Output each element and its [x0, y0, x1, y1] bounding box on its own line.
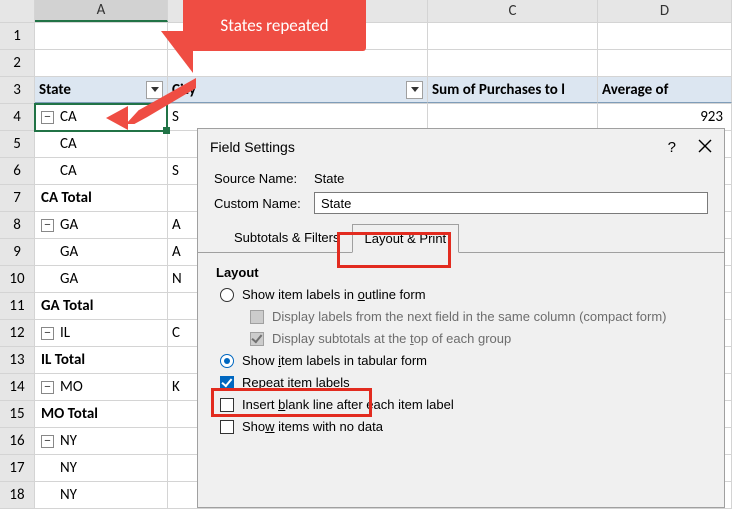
- cell-state[interactable]: GA Total: [35, 293, 168, 319]
- pivot-header-sum[interactable]: Sum of Purchases to l: [428, 77, 598, 103]
- row-header[interactable]: 1: [0, 23, 35, 49]
- col-header-a[interactable]: A: [35, 0, 168, 22]
- col-header-d[interactable]: D: [598, 0, 732, 22]
- row-header[interactable]: 16: [0, 428, 35, 454]
- tab-layout-print[interactable]: Layout & Print: [352, 224, 460, 253]
- cell-state[interactable]: NY: [35, 455, 168, 481]
- radio-icon: [220, 288, 234, 302]
- cell-state[interactable]: CA Total: [35, 185, 168, 211]
- row-header[interactable]: 14: [0, 374, 35, 400]
- filter-dropdown-icon[interactable]: [406, 81, 423, 99]
- collapse-icon[interactable]: −: [41, 327, 54, 340]
- cell-sum[interactable]: [428, 23, 598, 49]
- cell-state[interactable]: MO Total: [35, 401, 168, 427]
- cell-state[interactable]: NY: [35, 482, 168, 508]
- cell-state[interactable]: GA: [35, 239, 168, 265]
- help-button[interactable]: ?: [668, 139, 676, 156]
- column-header-row: A B C D: [0, 0, 732, 23]
- row-header[interactable]: 7: [0, 185, 35, 211]
- layout-section-header: Layout: [216, 265, 708, 280]
- collapse-icon[interactable]: −: [41, 381, 54, 394]
- cell-sum[interactable]: [428, 104, 598, 130]
- checkbox-icon: [220, 376, 234, 390]
- custom-name-input[interactable]: State: [314, 192, 708, 214]
- option-outline-form[interactable]: Show item labels in outline form: [220, 287, 708, 302]
- cell-city[interactable]: S: [168, 104, 428, 130]
- cell-state[interactable]: −MO: [35, 374, 168, 400]
- row-header[interactable]: 5: [0, 131, 35, 157]
- checkbox-icon: [220, 420, 234, 434]
- annotation-arrow-head: [106, 106, 128, 130]
- collapse-icon[interactable]: −: [41, 435, 54, 448]
- row-header[interactable]: 10: [0, 266, 35, 292]
- source-name-value: State: [314, 171, 344, 186]
- close-button[interactable]: [698, 139, 712, 156]
- row-header[interactable]: 9: [0, 239, 35, 265]
- annotation-callout: States repeated: [183, 0, 366, 51]
- row-header[interactable]: 18: [0, 482, 35, 508]
- pivot-header-avg[interactable]: Average of: [598, 77, 732, 103]
- cell-state[interactable]: CA: [35, 158, 168, 184]
- pivot-header-city[interactable]: City: [168, 77, 428, 103]
- row-header[interactable]: 11: [0, 293, 35, 319]
- cell-state[interactable]: −IL: [35, 320, 168, 346]
- row-header[interactable]: 4: [0, 104, 35, 130]
- custom-name-label: Custom Name:: [214, 196, 314, 211]
- cell-state[interactable]: GA: [35, 266, 168, 292]
- cell-state[interactable]: −NY: [35, 428, 168, 454]
- field-settings-dialog: Field Settings ? Source Name: State Cust…: [197, 128, 725, 508]
- row-header[interactable]: 15: [0, 401, 35, 427]
- row-header[interactable]: 3: [0, 77, 35, 103]
- dialog-tabs: Subtotals & Filters Layout & Print: [214, 224, 708, 253]
- cell-state[interactable]: [35, 23, 168, 49]
- cell-avg[interactable]: 923: [598, 104, 732, 130]
- row-header[interactable]: 17: [0, 455, 35, 481]
- row-header[interactable]: 6: [0, 158, 35, 184]
- row-header[interactable]: 2: [0, 50, 35, 76]
- checkbox-icon: [250, 310, 264, 324]
- callout-text: States repeated: [220, 15, 328, 36]
- cell-state[interactable]: −GA: [35, 212, 168, 238]
- checkbox-icon: [220, 398, 234, 412]
- dialog-title: Field Settings: [210, 139, 295, 155]
- option-insert-blank-line[interactable]: Insert blank line after each item label: [220, 397, 708, 412]
- row-header[interactable]: 12: [0, 320, 35, 346]
- cell-state[interactable]: IL Total: [35, 347, 168, 373]
- grid-row: 3StateCitySum of Purchases to lAverage o…: [0, 77, 732, 104]
- cell-city[interactable]: [168, 50, 428, 76]
- grid-row: 1: [0, 23, 732, 50]
- dialog-titlebar[interactable]: Field Settings ?: [198, 129, 724, 165]
- source-name-label: Source Name:: [214, 171, 314, 186]
- checkbox-icon: [250, 332, 264, 346]
- row-header[interactable]: 8: [0, 212, 35, 238]
- option-compact-form: Display labels from the next field in th…: [250, 309, 708, 324]
- option-subtotals-top: Display subtotals at the top of each gro…: [250, 331, 708, 346]
- row-header[interactable]: 13: [0, 347, 35, 373]
- option-show-items-no-data[interactable]: Show items with no data: [220, 419, 708, 434]
- col-header-c[interactable]: C: [428, 0, 598, 22]
- cell-avg[interactable]: [598, 23, 732, 49]
- cell-state[interactable]: [35, 50, 168, 76]
- cell-state[interactable]: CA: [35, 131, 168, 157]
- collapse-icon[interactable]: −: [41, 219, 54, 232]
- tab-subtotals-filters[interactable]: Subtotals & Filters: [222, 224, 352, 253]
- select-all-corner[interactable]: [0, 0, 35, 22]
- filter-dropdown-icon[interactable]: [146, 81, 163, 99]
- option-repeat-item-labels[interactable]: Repeat item labels: [220, 375, 708, 390]
- option-tabular-form[interactable]: Show item labels in tabular form: [220, 353, 708, 368]
- collapse-icon[interactable]: −: [41, 111, 54, 124]
- radio-icon: [220, 354, 234, 368]
- pivot-header-state[interactable]: State: [35, 77, 168, 103]
- cell-avg[interactable]: [598, 50, 732, 76]
- grid-row: 2: [0, 50, 732, 77]
- cell-sum[interactable]: [428, 50, 598, 76]
